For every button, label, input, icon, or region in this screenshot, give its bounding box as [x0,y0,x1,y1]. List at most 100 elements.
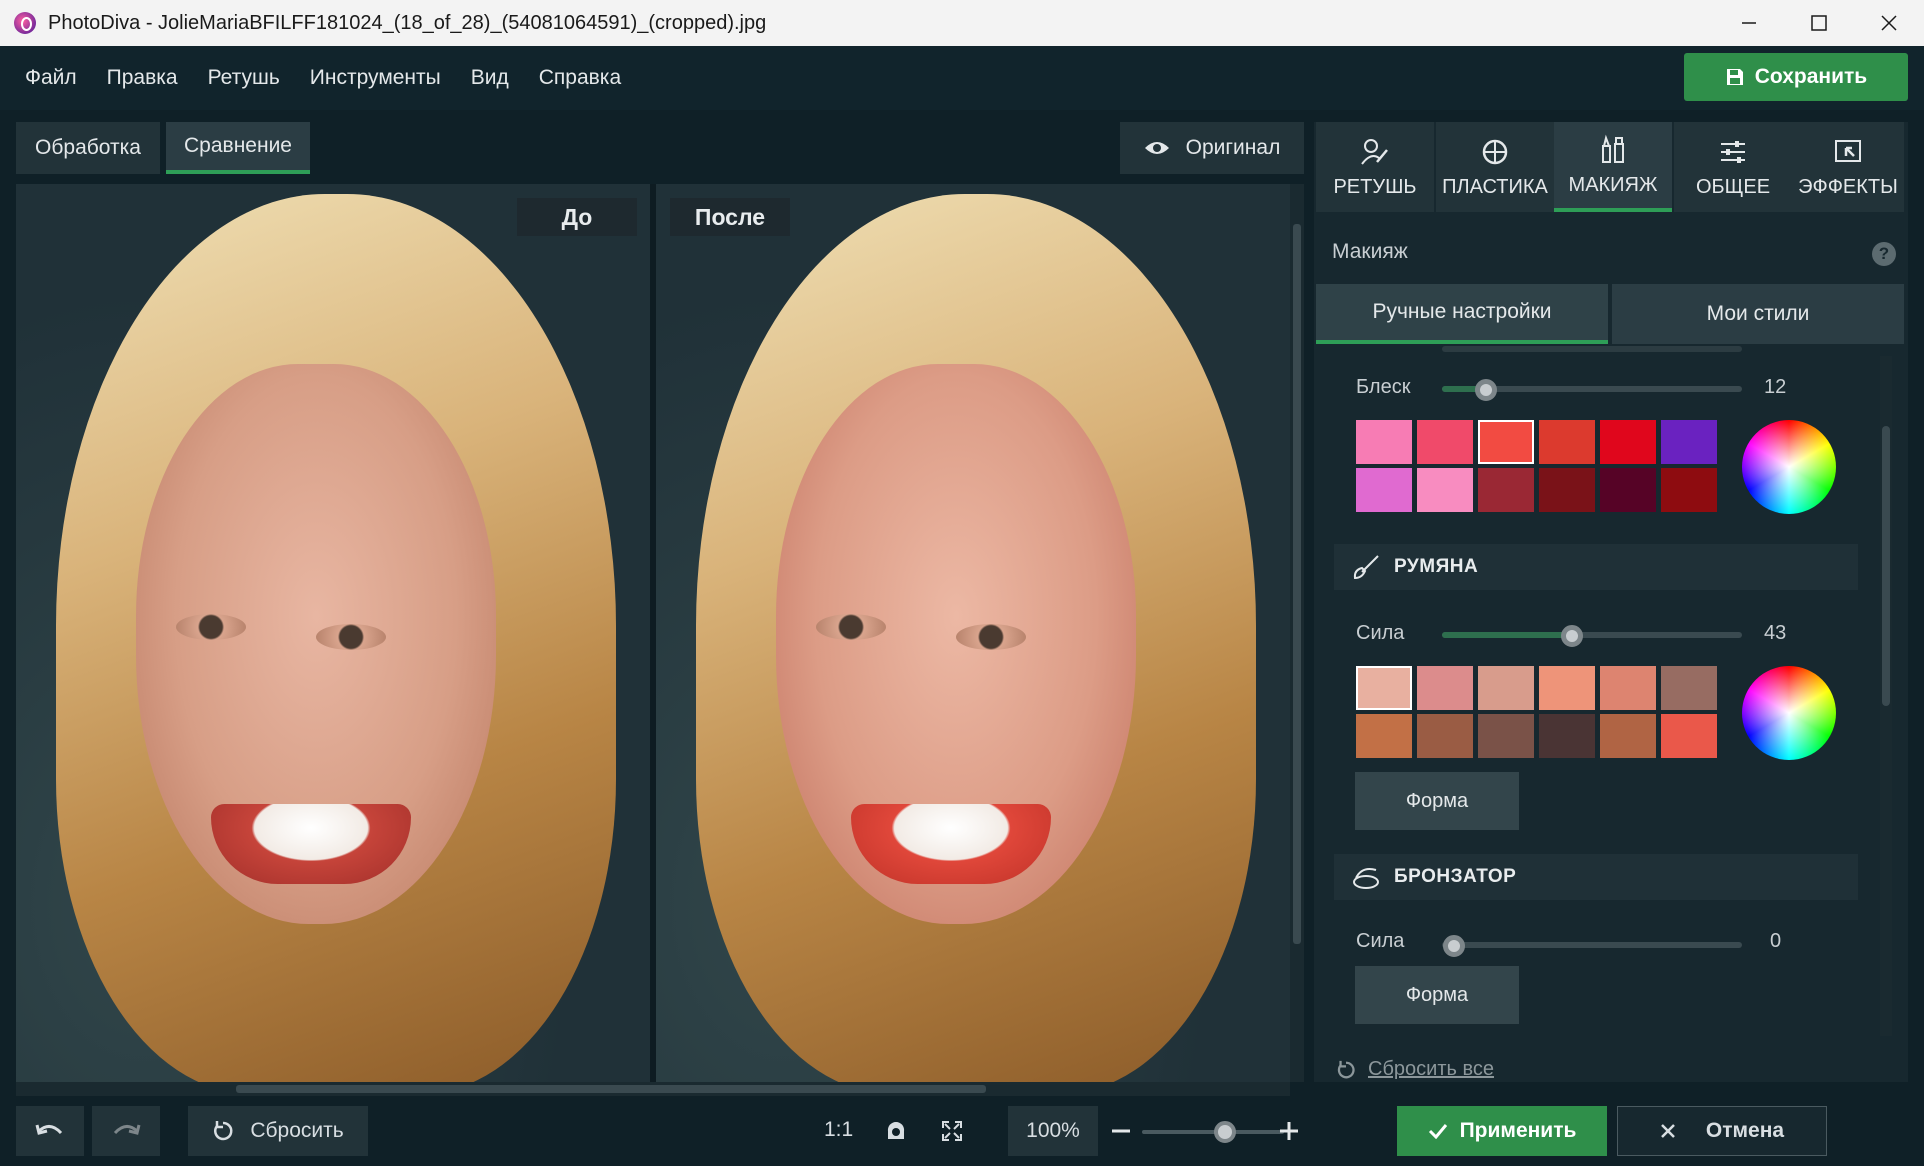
blush-shape-button[interactable]: Форма [1355,772,1519,830]
original-label: Оригинал [1185,136,1281,159]
bronzer-strength-slider[interactable] [1442,942,1742,948]
vertical-scroll-thumb[interactable] [1293,224,1301,944]
minimize-button[interactable] [1714,0,1784,46]
after-photo[interactable] [656,184,1290,1082]
gloss-swatch[interactable] [1600,420,1656,464]
gloss-swatch[interactable] [1478,468,1534,512]
blush-swatch[interactable] [1539,714,1595,758]
tab-retouch-label: РЕТУШЬ [1333,175,1417,198]
blush-swatch[interactable] [1661,666,1717,710]
blush-swatch[interactable] [1417,666,1473,710]
menu-file[interactable]: Файл [25,66,77,90]
bronzer-shape-button[interactable]: Форма [1355,966,1519,1024]
ratio-button[interactable]: 1:1 [824,1118,853,1142]
blush-swatch[interactable] [1661,714,1717,758]
blush-swatch[interactable] [1478,666,1534,710]
menu-tools[interactable]: Инструменты [310,66,441,90]
blush-strength-slider[interactable] [1442,632,1742,638]
before-photo[interactable] [16,184,650,1082]
blush-section-header[interactable]: РУМЯНА [1334,544,1858,590]
brush-icon [1353,555,1379,580]
reset-icon [1337,1060,1355,1078]
gloss-swatch[interactable] [1600,468,1656,512]
blush-title: РУМЯНА [1394,556,1479,577]
blush-color-wheel[interactable] [1742,666,1836,760]
gloss-swatch[interactable] [1661,420,1717,464]
gloss-swatch[interactable] [1356,420,1412,464]
zoom-slider-handle[interactable] [1214,1121,1236,1143]
blush-swatch[interactable] [1600,714,1656,758]
zoom-in-button[interactable] [1274,1106,1304,1156]
gloss-color-wheel[interactable] [1742,420,1836,514]
horizontal-scrollbar[interactable] [16,1082,1290,1096]
gloss-swatch[interactable] [1661,468,1717,512]
undo-button[interactable] [16,1106,84,1156]
bronzer-section-header[interactable]: БРОНЗАТОР [1334,854,1858,900]
menu-bar: Файл Правка Ретушь Инструменты Вид Справ… [0,46,1924,110]
face-detect-button[interactable] [876,1106,916,1156]
tab-compare[interactable]: Сравнение [166,122,310,174]
menu-view[interactable]: Вид [471,66,509,90]
maximize-button[interactable] [1784,0,1854,46]
fit-screen-button[interactable] [932,1106,972,1156]
tab-manual-settings[interactable]: Ручные настройки [1316,284,1608,344]
panel-scroll-thumb[interactable] [1882,426,1890,706]
tab-process[interactable]: Обработка [16,122,160,174]
floppy-icon [1726,69,1743,85]
blush-swatch[interactable] [1417,714,1473,758]
zoom-value[interactable]: 100% [1008,1106,1098,1156]
help-icon[interactable]: ? [1872,242,1896,266]
tab-plastic[interactable]: ПЛАСТИКА [1436,122,1554,212]
menu-edit[interactable]: Правка [107,66,178,90]
gloss-swatch[interactable] [1356,468,1412,512]
blush-swatch[interactable] [1356,666,1412,710]
zoom-out-button[interactable] [1106,1106,1136,1156]
after-label: После [670,198,790,236]
bronzer-strength-value: 0 [1770,930,1782,952]
panel-title: Макияж [1332,240,1408,263]
gloss-swatch[interactable] [1478,420,1534,464]
plastic-icon [1482,139,1508,164]
gloss-swatch[interactable] [1417,420,1473,464]
blush-strength-value: 43 [1764,622,1787,644]
tab-effects[interactable]: ЭФФЕКТЫ [1792,122,1904,212]
reset-all-label: Сбросить все [1368,1058,1494,1080]
redo-button[interactable] [92,1106,160,1156]
blush-swatch[interactable] [1478,714,1534,758]
mouth [211,804,411,884]
vertical-scrollbar[interactable] [1290,184,1304,1082]
bronzer-strength-handle[interactable] [1443,935,1465,957]
gloss-swatch[interactable] [1539,468,1595,512]
apply-button[interactable]: Применить [1397,1106,1607,1156]
tab-my-styles[interactable]: Мои стили [1612,284,1904,344]
save-button[interactable]: Сохранить [1684,53,1908,101]
tab-makeup[interactable]: МАКИЯЖ [1554,122,1672,212]
tab-makeup-label: МАКИЯЖ [1568,173,1658,196]
blush-swatch[interactable] [1600,666,1656,710]
gloss-swatch[interactable] [1539,420,1595,464]
zoom-slider[interactable] [1142,1130,1284,1134]
gloss-slider-handle[interactable] [1475,379,1497,401]
original-button[interactable]: Оригинал [1120,122,1304,174]
left-eye [816,614,886,640]
app-logo-icon [14,12,36,34]
reset-button[interactable]: Сбросить [188,1106,368,1156]
blush-swatch[interactable] [1356,714,1412,758]
blush-strength-handle[interactable] [1561,625,1583,647]
retouch-icon [1361,138,1388,165]
horizontal-scroll-thumb[interactable] [236,1085,986,1093]
close-button[interactable] [1854,0,1924,46]
menu-help[interactable]: Справка [539,66,621,90]
tab-general[interactable]: ОБЩЕЕ [1674,122,1792,212]
mouth [851,804,1051,884]
cancel-button[interactable]: Отмена [1617,1106,1827,1156]
menu-retouch[interactable]: Ретушь [208,66,280,90]
tab-retouch[interactable]: РЕТУШЬ [1316,122,1434,212]
reset-all-link[interactable]: Сбросить все [1336,1058,1494,1081]
gloss-swatch[interactable] [1417,468,1473,512]
apply-label: Применить [1459,1119,1577,1142]
panel-scrollbar[interactable] [1880,356,1892,1036]
bronzer-strength-label: Сила [1356,930,1405,952]
blush-swatch[interactable] [1539,666,1595,710]
window-title: PhotoDiva - JolieMariaBFILFF181024_(18_o… [48,11,767,34]
